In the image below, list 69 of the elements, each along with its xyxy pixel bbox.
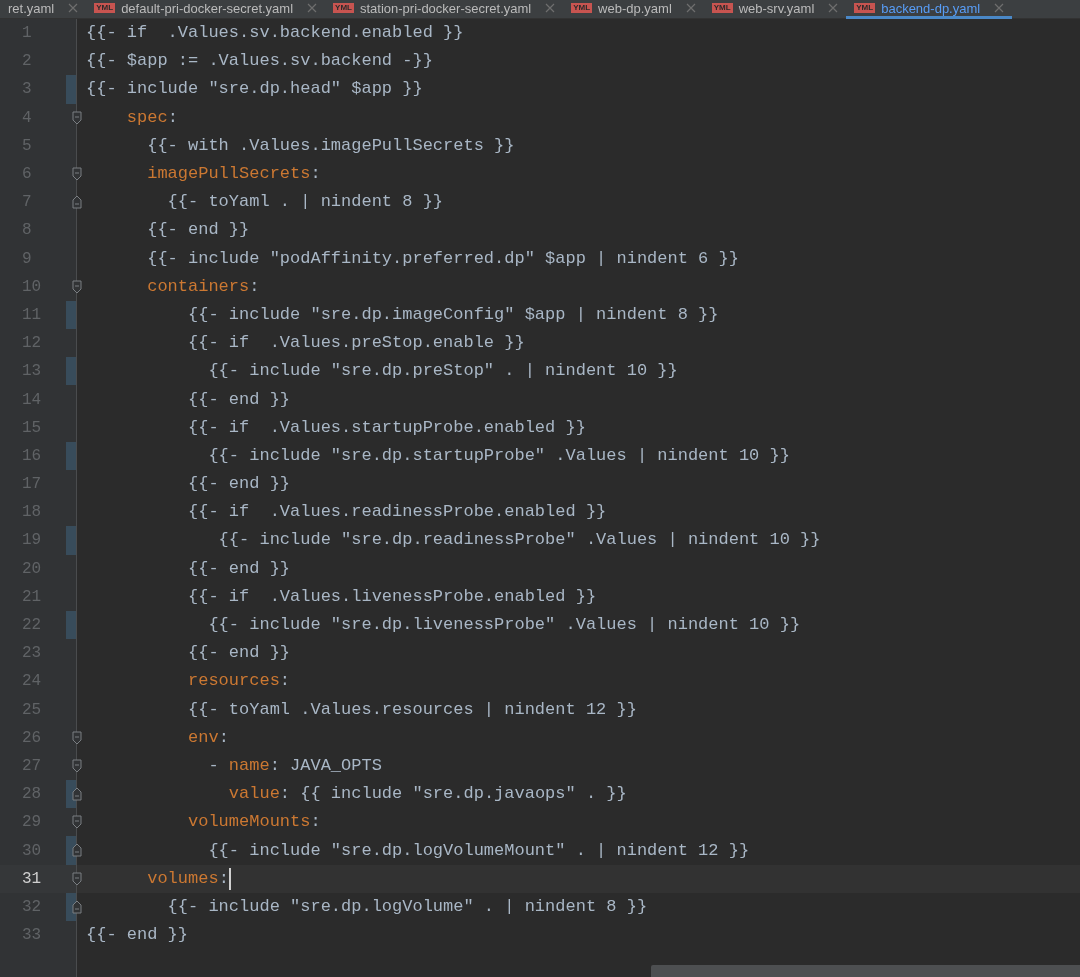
close-icon[interactable] [994, 3, 1005, 13]
code-line: volumes: [146, 867, 229, 890]
code-line: {{- include "podAffinity.preferred.dp" $app | nindent 6 }} [146, 247, 739, 270]
yml-badge: YML [333, 3, 354, 13]
code-line: - name: JAVA_OPTS [207, 754, 382, 777]
code-line: {{- end }} [187, 388, 291, 411]
code-line: resources: [187, 670, 291, 693]
line-number: 31 [22, 868, 43, 890]
code-line: {{- include "sre.dp.logVolumeMount" . | nindent 12 }} [207, 839, 750, 862]
file-tab[interactable]: YML station-pri-docker-secret.yaml [325, 0, 564, 19]
code-line: {{- end }} [86, 924, 189, 947]
code-line: {{- end }} [146, 219, 250, 242]
fold-icon[interactable] [72, 166, 82, 181]
code-line: {{- end }} [187, 642, 291, 665]
code-line: spec: [125, 106, 178, 129]
close-icon[interactable] [68, 3, 79, 13]
code-line: {{- include "sre.dp.head" $app }} [86, 78, 423, 101]
close-icon[interactable] [307, 3, 318, 13]
close-icon[interactable] [545, 3, 556, 13]
code-line: {{- include "sre.dp.imageConfig" $app | nindent 8 }} [187, 303, 719, 326]
fold-icon[interactable] [72, 110, 82, 125]
code-line: {{- if .Values.startupProbe.enabled }} [187, 416, 586, 439]
code-line: {{- end }} [187, 557, 291, 580]
tab-label: backend-dp.yaml [881, 0, 981, 16]
tab-label: station-pri-docker-secret.yaml [359, 0, 532, 16]
fold-icon[interactable] [72, 843, 82, 858]
code-line: containers: [146, 275, 260, 298]
tab-label: default-pri-docker-secret.yaml [121, 0, 294, 16]
fold-icon[interactable] [72, 871, 82, 886]
code-line: {{- if .Values.livenessProbe.enabled }} [187, 585, 597, 608]
close-icon[interactable] [685, 3, 696, 13]
code-line: {{- with .Values.imagePullSecrets }} [146, 134, 515, 157]
tab-label: ret.yaml [8, 0, 55, 16]
code-line: volumeMounts: [187, 811, 321, 834]
yml-badge: YML [94, 3, 116, 13]
fold-icon[interactable] [72, 758, 82, 773]
horizontal-scrollbar[interactable] [651, 965, 1080, 977]
yml-badge: YML [854, 3, 876, 13]
file-tab[interactable]: YML default-pri-docker-secret.yaml [86, 0, 326, 19]
tab-label: web-dp.yaml [598, 0, 672, 16]
code-line: {{- if .Values.preStop.enable }} [187, 332, 525, 355]
code-line: {{- include "sre.dp.startupProbe" .Values | nindent 10 }} [207, 444, 790, 467]
code-line: {{- include "sre.dp.readinessProbe" .Values | nindent 10 }} [217, 529, 821, 552]
close-icon[interactable] [828, 3, 839, 13]
fold-icon[interactable] [72, 815, 82, 830]
file-tab[interactable]: YML backend-dp.yaml [846, 0, 1013, 19]
code-line: {{- include "sre.dp.logVolume" . | nindent 8 }} [166, 895, 648, 918]
code-line: {{- $app := .Values.sv.backend -}} [86, 50, 433, 73]
code-line: env: [187, 726, 229, 749]
code-line: {{- if .Values.sv.backend.enabled }} [86, 22, 464, 45]
code-line: {{- include "sre.dp.livenessProbe" .Values | nindent 10 }} [207, 614, 801, 637]
tab-label: web-srv.yaml [738, 0, 815, 16]
file-tab[interactable]: YML web-srv.yaml [703, 0, 847, 19]
fold-icon[interactable] [72, 730, 82, 745]
code-line: {{- end }} [187, 473, 291, 496]
code-line: {{- if .Values.readinessProbe.enabled }} [187, 501, 607, 524]
code-line: imagePullSecrets: [146, 163, 321, 186]
code-line: {{- include "sre.dp.preStop" . | nindent 10 }} [207, 360, 678, 383]
file-tab[interactable]: ret.yaml [0, 0, 87, 19]
code-line: {{- toYaml .Values.resources | nindent 12 }} [187, 698, 637, 721]
yml-badge: YML [571, 3, 593, 13]
fold-icon[interactable] [72, 787, 82, 802]
yml-badge: YML [711, 3, 733, 13]
fold-icon[interactable] [72, 195, 82, 210]
code-line: value: {{ include "sre.dp.javaops" . }} [227, 783, 627, 806]
fold-icon[interactable] [72, 279, 82, 294]
code-line: {{- toYaml . | nindent 8 }} [166, 191, 444, 214]
fold-icon[interactable] [72, 899, 82, 914]
file-tab[interactable]: YML web-dp.yaml [563, 0, 704, 19]
